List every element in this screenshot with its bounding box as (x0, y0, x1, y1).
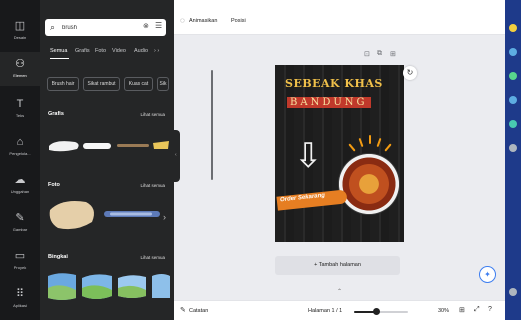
duplicate-icon[interactable]: ⧉ (377, 50, 382, 58)
subheadline-text[interactable]: BANDUNG (287, 97, 371, 108)
design-page[interactable]: SEBEAK KHAS BANDUNG ⇩ Order Sekarang (275, 65, 404, 242)
suggestion-chip[interactable]: Sik (157, 77, 169, 91)
extension-icon[interactable] (509, 24, 517, 32)
see-all-graphics[interactable]: Lihat semua (140, 112, 165, 117)
upload-icon: ☁ (14, 174, 26, 186)
rail-item-brand[interactable]: ⌂ Pengelola... (0, 130, 40, 164)
tab-graphics[interactable]: Grafis (75, 48, 90, 54)
suggestion-chip[interactable]: Brush hair (47, 77, 79, 91)
clear-icon[interactable]: ⊗ (143, 22, 149, 30)
section-title-frames: Bingkai (48, 254, 68, 260)
search-input[interactable] (62, 22, 132, 33)
draw-icon: ✎ (15, 212, 25, 224)
rail-item-projects[interactable]: ▭ Proyek (0, 244, 40, 278)
grid-view-icon[interactable]: ⊞ (459, 306, 465, 314)
panel-scrollbar[interactable] (211, 70, 213, 180)
active-tab-indicator (50, 58, 69, 59)
refresh-icon[interactable]: ↻ (403, 66, 417, 80)
section-title-photos: Foto (48, 182, 60, 188)
filter-icon[interactable]: ☰ (155, 21, 162, 30)
zoom-level[interactable]: 30% (438, 308, 449, 314)
zoom-slider[interactable] (354, 308, 408, 315)
help-icon[interactable]: ? (488, 306, 492, 313)
elements-icon: ⚇ (15, 58, 25, 70)
graphics-results[interactable] (47, 136, 171, 156)
tabs-more-icon[interactable]: › › (154, 48, 159, 54)
search-icon: ⌕ (50, 22, 56, 32)
zoom-slider-knob[interactable] (373, 308, 380, 315)
frame-results[interactable] (46, 270, 173, 304)
right-side-strip (505, 0, 521, 320)
apps-icon: ⠿ (15, 288, 25, 300)
add-page-icon[interactable]: ⊞ (390, 50, 396, 58)
tab-videos[interactable]: Video (112, 48, 126, 54)
fullscreen-icon[interactable]: ⤢ (474, 306, 480, 314)
chevron-up-icon[interactable]: ⌃ (337, 288, 342, 295)
rail-item-text[interactable]: T Teks (0, 92, 40, 126)
rail-item-draw[interactable]: ✎ Gambar (0, 206, 40, 240)
layout-icon: ◫ (14, 20, 26, 32)
headline-text[interactable]: SEBEAK KHAS (285, 77, 383, 90)
food-dish-image[interactable] (338, 153, 400, 215)
extension-icon[interactable] (509, 144, 517, 152)
brand-icon: ⌂ (16, 136, 24, 148)
chevron-left-icon: ‹ (175, 152, 177, 158)
rail-item-uploads[interactable]: ☁ Unggahan (0, 168, 40, 202)
settings-icon[interactable] (509, 288, 517, 296)
editor-app: ◫ Desain ⚇ Elemen T Teks ⌂ Pengelola... … (0, 0, 521, 320)
top-toolbar: ◌ Animasikan Posisi (174, 0, 505, 35)
elements-panel: ⌕ ⊗ ☰ Semua Grafis Foto Video Audio › › … (40, 0, 213, 320)
rail-item-apps[interactable]: ⠿ Aplikasi (0, 282, 40, 316)
animate-icon: ◌ (180, 16, 185, 25)
position-button[interactable]: Posisi (231, 18, 246, 24)
rail-item-elements[interactable]: ⚇ Elemen (0, 52, 40, 86)
rail-item-design[interactable]: ◫ Desain (0, 14, 40, 48)
suggestion-chip[interactable]: Sikat rambut (83, 77, 120, 91)
notes-button[interactable]: Catatan (189, 308, 208, 314)
tab-audio[interactable]: Audio (134, 48, 148, 54)
lock-icon[interactable]: ⊡ (364, 50, 370, 58)
arrow-down-icon[interactable]: ⇩ (294, 139, 323, 173)
tab-all[interactable]: Semua (50, 48, 67, 54)
section-title-graphics: Grafis (48, 111, 64, 117)
svg-text:›: › (163, 212, 166, 222)
suggestion-chip[interactable]: Kuas cat (124, 77, 153, 91)
panel-collapse-handle[interactable]: ‹ (174, 130, 180, 182)
extension-icon[interactable] (509, 48, 517, 56)
see-all-photos[interactable]: Lihat semua (140, 183, 165, 188)
search-box[interactable]: ⌕ ⊗ ☰ (45, 19, 166, 36)
left-rail: ◫ Desain ⚇ Elemen T Teks ⌂ Pengelola... … (0, 0, 40, 320)
notes-icon: ✎ (180, 307, 186, 314)
extension-icon[interactable] (509, 96, 517, 104)
add-page-button[interactable]: + Tambah halaman (275, 256, 400, 275)
extension-icon[interactable] (509, 72, 517, 80)
extension-icon[interactable] (509, 120, 517, 128)
folder-icon: ▭ (14, 250, 26, 262)
see-all-frames[interactable]: Lihat semua (140, 255, 165, 260)
bottom-bar: ✎ Catatan Halaman 1 / 1 30% ⊞ ⤢ ? (174, 300, 505, 320)
page-indicator[interactable]: Halaman 1 / 1 (308, 308, 342, 314)
animate-button[interactable]: Animasikan (189, 18, 217, 24)
magic-assistant-icon[interactable]: ✦ (479, 266, 496, 283)
tab-photos[interactable]: Foto (95, 48, 106, 54)
text-icon: T (16, 98, 24, 110)
photo-results[interactable]: › (46, 196, 171, 238)
